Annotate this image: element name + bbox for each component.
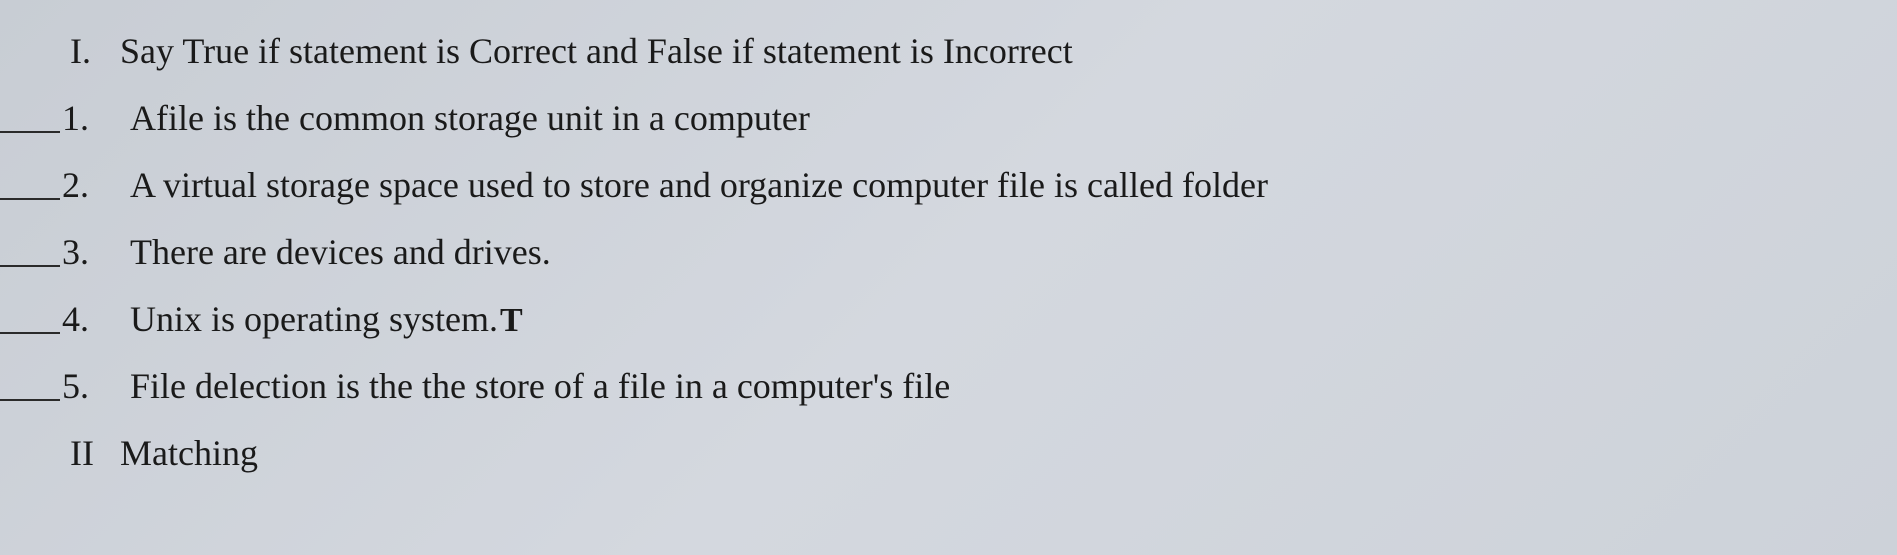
- question-text-2: A virtual storage space used to store an…: [130, 164, 1268, 206]
- handwritten-answer-4: T: [500, 302, 523, 339]
- question-number-3: 3.: [60, 231, 130, 273]
- section-1-heading: I. Say True if statement is Correct and …: [60, 30, 1897, 72]
- question-text-4-content: Unix is operating system.: [130, 299, 498, 339]
- question-row-1: 1. Afile is the common storage unit in a…: [0, 97, 1897, 139]
- question-number-5: 5.: [60, 365, 130, 407]
- question-row-3: 3. There are devices and drives.: [0, 231, 1897, 273]
- question-row-5: 5. File delection is the the store of a …: [0, 365, 1897, 407]
- answer-blank-1[interactable]: [0, 103, 60, 133]
- answer-blank-4[interactable]: [0, 304, 60, 334]
- question-number-1: 1.: [60, 97, 130, 139]
- answer-blank-3[interactable]: [0, 237, 60, 267]
- question-text-3: There are devices and drives.: [130, 231, 551, 273]
- section-1-roman: I.: [60, 30, 120, 72]
- question-text-4: Unix is operating system.T: [130, 298, 523, 340]
- question-row-4: 4. Unix is operating system.T: [0, 298, 1897, 340]
- question-number-4: 4.: [60, 298, 130, 340]
- question-text-1: Afile is the common storage unit in a co…: [130, 97, 810, 139]
- question-number-2: 2.: [60, 164, 130, 206]
- section-2-roman: II: [60, 432, 120, 474]
- section-2-heading: II Matching: [60, 432, 1897, 474]
- question-text-5: File delection is the the store of a fil…: [130, 365, 950, 407]
- question-row-2: 2. A virtual storage space used to store…: [0, 164, 1897, 206]
- answer-blank-2[interactable]: [0, 170, 60, 200]
- section-2-title: Matching: [120, 432, 258, 474]
- answer-blank-5[interactable]: [0, 371, 60, 401]
- section-1-title: Say True if statement is Correct and Fal…: [120, 30, 1073, 72]
